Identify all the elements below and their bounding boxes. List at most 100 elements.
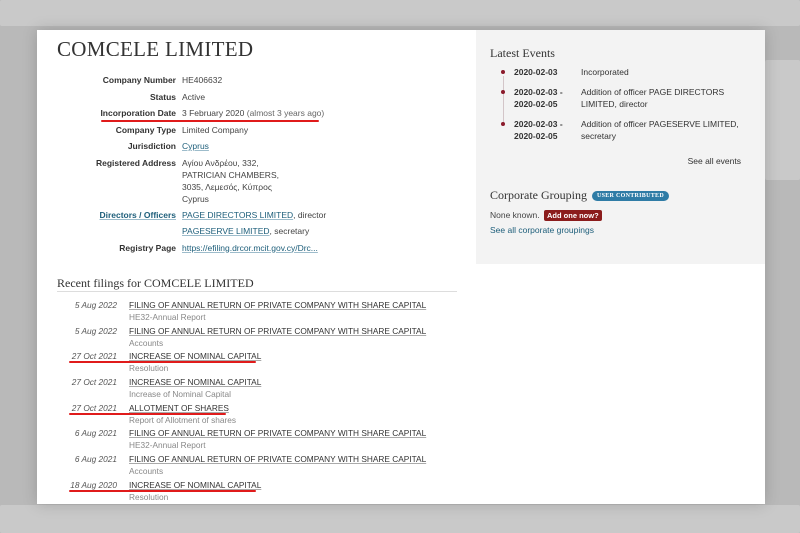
event-dot [501,70,505,74]
detail-value: Limited Company [182,124,249,135]
detail-label: Registered Address [96,157,176,168]
filings-title: Recent filings for COMCELE LIMITED [57,276,254,290]
filing-subtitle: Accounts [129,466,164,477]
event-text: Incorporated [581,67,629,77]
detail-label: Company Number [102,75,176,85]
officer-item: PAGE DIRECTORS LIMITED, director [182,209,467,221]
filing-row: 27 Oct 2021 INCREASE OF NOMINAL CAPITAL … [37,350,467,376]
event-date: 2020-02-03 - 2020-02-05 [514,119,563,141]
detail-label: Company Type [115,124,176,135]
background-blur [0,0,800,26]
detail-incorporation-date: Incorporation Date 3 February 2020 (almo… [37,107,467,122]
filing-subtitle: HE32-Annual Report [129,312,206,322]
filing-date: 27 Oct 2021 [71,402,117,413]
corporate-grouping-title: Corporate Grouping USER CONTRIBUTED [490,188,669,203]
detail-value: PAGE DIRECTORS LIMITED, director PAGESER… [182,209,467,237]
detail-registry-page: Registry Page https://efiling.drcor.mcit… [37,242,467,254]
filing-row: 5 Aug 2022 FILING OF ANNUAL RETURN OF PR… [37,325,467,351]
filing-highlight [69,489,256,492]
filing-link[interactable]: ALLOTMENT OF SHARES [129,403,229,413]
add-one-button[interactable]: Add one now? [544,210,602,221]
filing-link[interactable]: INCREASE OF NOMINAL CAPITAL [129,377,261,387]
see-all-events-link[interactable]: See all events [688,156,741,166]
event-date: 2020-02-03 - 2020-02-05 [514,87,563,109]
detail-officers: Directors / Officers PAGE DIRECTORS LIMI… [37,209,467,237]
filing-row: 27 Oct 2021 ALLOTMENT OF SHARES Report o… [37,402,467,428]
background-blur [765,60,800,180]
detail-label: Jurisdiction [127,141,176,151]
event-date: 2020-02-03 [514,67,558,77]
detail-value: 3 February 2020 (almost 3 years ago) [182,107,467,119]
latest-events-title: Latest Events [490,46,555,60]
jurisdiction-link[interactable]: Cyprus [182,141,209,151]
officer-role: , secretary [269,226,310,236]
company-details: Company Number HE406632 Status Active In… [37,74,467,258]
filing-date: 27 Oct 2021 [71,351,117,362]
corporate-grouping-label: Corporate Grouping [490,188,587,202]
address-line: 3035, Λεμεσός, Κύπρος [182,181,272,192]
detail-value: HE406632 [182,75,223,85]
filing-date: 6 Aug 2021 [74,428,117,439]
detail-value: Αγίου Ανδρέου, 332, PATRICIAN CHAMBERS, … [182,157,467,205]
filing-link[interactable]: FILING OF ANNUAL RETURN OF PRIVATE COMPA… [129,326,426,336]
company-title: COMCELE LIMITED [57,37,254,61]
address-line: Αγίου Ανδρέου, 332, [182,157,259,168]
filing-row: 5 Aug 2022 FILING OF ANNUAL RETURN OF PR… [37,299,467,325]
address-line: PATRICIAN CHAMBERS, [182,169,279,180]
directors-officers-link[interactable]: Directors / Officers [37,209,176,221]
detail-company-type: Company Type Limited Company [37,124,467,136]
address-line: Cyprus [182,193,209,204]
detail-label: Status [150,91,176,102]
filing-link[interactable]: FILING OF ANNUAL RETURN OF PRIVATE COMPA… [129,428,426,438]
incorporation-date-age: (almost 3 years ago) [246,108,325,118]
event-text: Addition of officer PAGE DIRECTORS LIMIT… [581,87,725,109]
user-contributed-badge: USER CONTRIBUTED [591,191,669,202]
incorporation-date-highlight [101,120,319,122]
incorporation-date-value: 3 February 2020 [182,108,245,118]
detail-registered-address: Registered Address Αγίου Ανδρέου, 332, P… [37,157,467,205]
filing-date: 5 Aug 2022 [74,300,117,310]
officer-link[interactable]: PAGE DIRECTORS LIMITED [182,210,293,220]
filing-row: 6 Aug 2021 FILING OF ANNUAL RETURN OF PR… [37,453,467,479]
event-dot [501,122,505,126]
filing-subtitle: HE32-Annual Report [129,440,206,451]
filing-link[interactable]: INCREASE OF NOMINAL CAPITAL [129,351,261,361]
event-text: Addition of officer PAGESERVE LIMITED, s… [581,119,739,141]
divider [57,291,457,292]
filing-date: 6 Aug 2021 [74,454,117,465]
filing-link[interactable]: FILING OF ANNUAL RETURN OF PRIVATE COMPA… [129,300,426,310]
registry-page-link[interactable]: https://efiling.drcor.mcit.gov.cy/Drc... [182,243,318,253]
timeline-line [502,76,504,124]
detail-jurisdiction: Jurisdiction Cyprus [37,140,467,152]
detail-label: Incorporation Date [100,108,176,118]
filing-subtitle: Resolution [129,491,169,502]
filing-date: 18 Aug 2020 [70,479,117,490]
company-page: COMCELE LIMITED Company Number HE406632 … [37,30,765,504]
officer-item: PAGESERVE LIMITED, secretary [182,225,467,237]
none-known-text: None known. [490,210,540,220]
filing-link[interactable]: INCREASE OF NOMINAL CAPITAL [129,480,261,490]
officer-link[interactable]: PAGESERVE LIMITED [182,226,270,236]
filing-link[interactable]: FILING OF ANNUAL RETURN OF PRIVATE COMPA… [129,454,426,464]
officer-role: , director [293,210,327,220]
grouping-none-known: None known. Add one now? [490,210,602,221]
filing-subtitle: Increase of Nominal Capital [129,389,231,400]
detail-value: Active [182,91,206,102]
filings-list: 5 Aug 2022 FILING OF ANNUAL RETURN OF PR… [37,299,467,504]
filing-subtitle: Resolution [129,363,169,374]
sidebar: Latest Events 2020-02-03 Incorporated 20… [476,30,765,264]
filing-highlight [69,412,226,415]
background-blur [0,505,800,533]
filing-row: 6 Aug 2021 FILING OF ANNUAL RETURN OF PR… [37,427,467,453]
filing-date: 27 Oct 2021 [71,377,117,388]
detail-status: Status Active [37,91,467,103]
filing-subtitle: Accounts [129,337,164,348]
event-dot [501,90,505,94]
filing-row: 18 Aug 2020 INCREASE OF NOMINAL CAPITAL … [37,479,467,504]
filing-subtitle: Report of Allotment of shares [129,414,236,425]
detail-label: Registry Page [119,242,176,253]
see-all-groupings-link[interactable]: See all corporate groupings [490,225,594,235]
filing-date: 5 Aug 2022 [74,325,117,336]
detail-company-number: Company Number HE406632 [37,74,467,86]
filing-row: 27 Oct 2021 INCREASE OF NOMINAL CAPITAL … [37,376,467,402]
